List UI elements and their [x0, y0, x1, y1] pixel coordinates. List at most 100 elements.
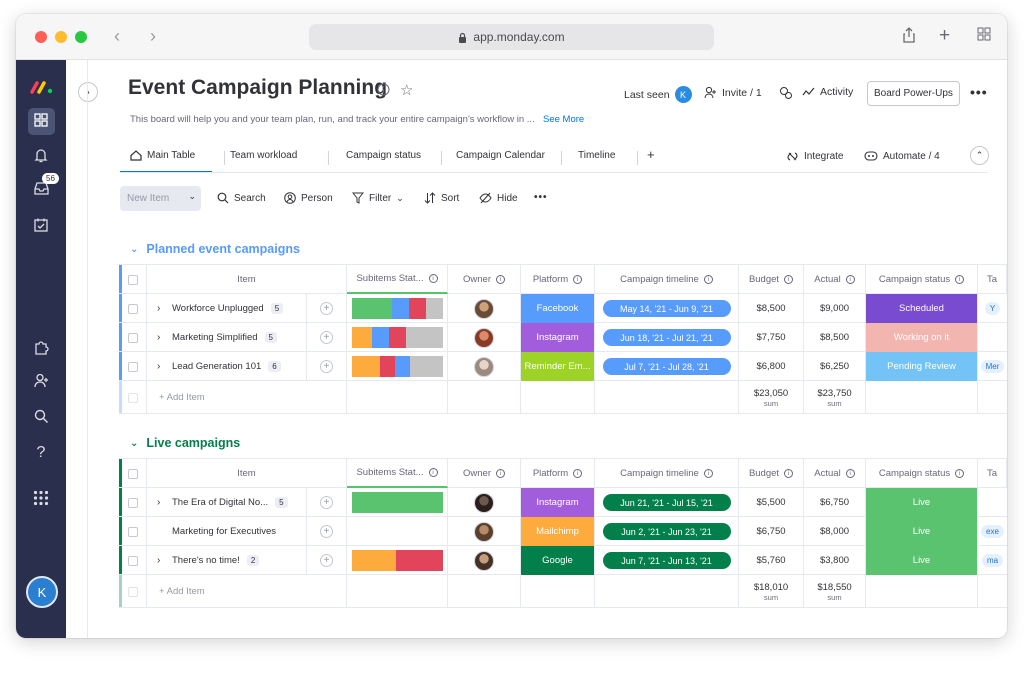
column-header-platform[interactable]: Platform i — [521, 265, 595, 294]
add-user-icon[interactable] — [16, 373, 66, 392]
expand-subitems-icon[interactable]: › — [157, 303, 165, 314]
grid-icon[interactable] — [16, 113, 66, 131]
row-select-cell[interactable] — [119, 546, 147, 575]
timeline-cell[interactable]: May 14, '21 - Jun 9, '21 — [595, 294, 739, 323]
table-row[interactable]: › There's no time! 2 + Google Jun 7, '21 - Ju… — [119, 546, 1007, 575]
add-item-button[interactable]: + Add Item — [159, 392, 205, 403]
tag-chip[interactable]: exe — [981, 525, 1004, 538]
owner-avatar[interactable] — [474, 327, 494, 348]
tab-timeline[interactable]: Timeline — [578, 150, 615, 161]
expand-subitems-icon[interactable]: › — [157, 332, 165, 343]
platform-cell[interactable]: Mailchimp — [521, 517, 595, 546]
platform-label[interactable]: Instagram — [521, 323, 594, 352]
actual-cell[interactable]: $6,750 — [804, 488, 866, 517]
column-header-budget[interactable]: Budget i — [739, 459, 804, 488]
item-name[interactable]: Marketing for Executives — [172, 526, 276, 537]
timeline-cell[interactable]: Jun 2, '21 - Jun 23, '21 — [595, 517, 739, 546]
campaign-status-cell[interactable]: Live — [866, 546, 978, 575]
subitems-status-cell[interactable] — [347, 488, 448, 517]
add-view-button[interactable]: + — [647, 147, 655, 162]
add-update-icon[interactable]: + — [320, 302, 333, 315]
info-icon[interactable] — [377, 83, 390, 99]
owner-cell[interactable] — [448, 294, 521, 323]
column-header-tags[interactable]: Ta — [978, 459, 1007, 488]
row-select-cell[interactable] — [119, 517, 147, 546]
add-item-cell[interactable]: + Add Item — [147, 575, 347, 608]
platform-cell[interactable]: Instagram — [521, 323, 595, 352]
maximize-window-button[interactable] — [75, 31, 87, 43]
campaign-status-cell[interactable]: Scheduled — [866, 294, 978, 323]
timeline-pill[interactable]: Jun 21, '21 - Jul 15, '21 — [602, 494, 731, 511]
column-header-item[interactable]: Item — [147, 265, 347, 294]
item-name[interactable]: The Era of Digital No... — [172, 497, 268, 508]
filter-button[interactable]: Filter ⌄ — [352, 192, 404, 204]
subitems-status-cell[interactable] — [347, 517, 448, 546]
bell-icon[interactable] — [16, 148, 66, 167]
budget-cell[interactable]: $6,750 — [739, 517, 804, 546]
url-bar[interactable]: app.monday.com — [309, 24, 714, 50]
platform-label[interactable]: Facebook — [521, 294, 594, 323]
monday-logo-icon[interactable] — [30, 80, 54, 94]
platform-label[interactable]: Instagram — [521, 488, 594, 517]
collapse-header-button[interactable]: ⌃ — [970, 146, 989, 165]
group-title-live[interactable]: ⌄ Live campaigns — [130, 436, 240, 450]
column-header-actual[interactable]: Actual i — [804, 459, 866, 488]
row-select-cell[interactable] — [119, 352, 147, 381]
timeline-cell[interactable]: Jun 21, '21 - Jul 15, '21 — [595, 488, 739, 517]
budget-cell[interactable]: $6,800 — [739, 352, 804, 381]
row-select-cell[interactable] — [119, 323, 147, 352]
search-icon[interactable] — [16, 409, 66, 428]
subitems-status-cell[interactable] — [347, 546, 448, 575]
user-avatar[interactable]: K — [26, 576, 58, 608]
person-filter-button[interactable]: Person — [284, 192, 333, 204]
last-seen[interactable]: Last seen K — [624, 86, 692, 103]
column-info-icon[interactable]: i — [955, 469, 965, 478]
tags-cell[interactable] — [978, 323, 1007, 352]
actual-cell[interactable]: $9,000 — [804, 294, 866, 323]
star-icon[interactable]: ☆ — [400, 81, 413, 99]
status-label[interactable]: Live — [866, 517, 977, 546]
add-update-icon[interactable]: + — [320, 554, 333, 567]
tab-team-workload[interactable]: Team workload — [230, 150, 297, 161]
select-all-cell[interactable] — [119, 265, 147, 294]
add-update-cell[interactable]: + — [307, 546, 347, 575]
column-info-icon[interactable]: i — [573, 469, 583, 478]
add-update-icon[interactable]: + — [320, 331, 333, 344]
campaign-status-cell[interactable]: Working on it — [866, 323, 978, 352]
search-button[interactable]: Search — [217, 192, 266, 204]
integrations-icon[interactable] — [779, 86, 793, 100]
minimize-window-button[interactable] — [55, 31, 67, 43]
tags-cell[interactable]: Mer — [978, 352, 1007, 381]
subitems-status-cell[interactable] — [347, 323, 448, 352]
owner-cell[interactable] — [448, 323, 521, 352]
column-info-icon[interactable]: i — [784, 469, 794, 478]
hide-button[interactable]: Hide — [479, 192, 518, 204]
owner-avatar[interactable] — [474, 298, 494, 319]
select-all-checkbox[interactable] — [127, 468, 138, 479]
owner-avatar[interactable] — [474, 521, 494, 542]
chevron-down-icon[interactable]: ⌄ — [188, 191, 196, 202]
actual-cell[interactable]: $3,800 — [804, 546, 866, 575]
column-header-timeline[interactable]: Campaign timeline i — [595, 459, 739, 488]
add-update-cell[interactable]: + — [307, 352, 347, 381]
tags-cell[interactable]: ma — [978, 546, 1007, 575]
timeline-cell[interactable]: Jun 18, '21 - Jul 21, '21 — [595, 323, 739, 352]
owner-avatar[interactable] — [474, 550, 494, 571]
integrate-button[interactable]: Integrate — [786, 150, 843, 163]
column-info-icon[interactable]: i — [495, 275, 505, 284]
column-info-icon[interactable]: i — [703, 469, 713, 478]
table-row[interactable]: › Workforce Unplugged 5 + Facebook May 14, '2… — [119, 294, 1007, 323]
status-label[interactable]: Pending Review — [866, 352, 977, 381]
add-item-cell[interactable]: + Add Item — [147, 381, 347, 414]
row-select-cell[interactable] — [119, 294, 147, 323]
item-name-cell[interactable]: › Workforce Unplugged 5 — [147, 294, 307, 323]
add-item-button[interactable]: + Add Item — [159, 586, 205, 597]
column-header-status[interactable]: Campaign status i — [866, 265, 978, 294]
add-update-cell[interactable]: + — [307, 323, 347, 352]
expand-subitems-icon[interactable]: › — [157, 497, 165, 508]
inbox-icon[interactable] — [16, 182, 66, 199]
row-checkbox[interactable] — [127, 497, 138, 508]
activity-button[interactable]: Activity — [802, 86, 853, 98]
calendar-check-icon[interactable] — [16, 218, 66, 236]
forward-arrow-icon[interactable]: › — [150, 26, 156, 47]
